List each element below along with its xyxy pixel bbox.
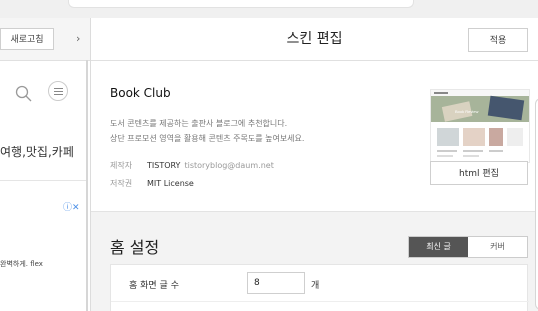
- browser-top-strip: [0, 0, 538, 18]
- thumb-hero-text: Book Review: [455, 109, 478, 114]
- tab-cover[interactable]: 커버: [468, 237, 527, 257]
- home-settings-title: 홈 설정: [110, 238, 160, 257]
- preview-categories: 여행,맛집,카페: [0, 145, 74, 159]
- skin-maker: 제작자 TISTORY tistoryblog@daum.net: [110, 160, 274, 171]
- skin-license: 저작권 MIT License: [110, 178, 194, 189]
- ad-info-icon[interactable]: ⓘ✕: [63, 200, 80, 213]
- skin-name: Book Club: [110, 86, 171, 100]
- post-count-label: 홈 화면 글 수: [129, 281, 179, 291]
- maker-value: TISTORY: [147, 161, 181, 170]
- skin-thumbnail-image: Book Review: [431, 90, 529, 162]
- chevron-right-icon[interactable]: ›: [76, 28, 80, 50]
- post-count-unit: 개: [311, 281, 320, 291]
- post-count-input[interactable]: [247, 272, 305, 294]
- maker-email: tistoryblog@daum.net: [184, 161, 274, 170]
- address-bar[interactable]: [68, 0, 414, 8]
- divider: [0, 180, 86, 181]
- preview-toolbar: 새로고침 ›: [0, 18, 90, 61]
- panel-divider[interactable]: [86, 60, 88, 311]
- html-edit-button[interactable]: html 편집: [430, 161, 528, 185]
- skin-thumbnail: Book Review: [430, 89, 530, 163]
- apply-button[interactable]: 적용: [468, 28, 528, 52]
- maker-key: 제작자: [110, 161, 133, 170]
- skin-info-card: Book Club 도서 콘텐츠를 제공하는 출판사 블로그에 추천합니다. 상…: [91, 61, 538, 212]
- refresh-button[interactable]: 새로고침: [0, 28, 54, 50]
- skin-description-line1: 도서 콘텐츠를 제공하는 출판사 블로그에 추천합니다.: [110, 119, 288, 128]
- search-icon[interactable]: [14, 84, 34, 104]
- divider: [111, 301, 529, 302]
- home-settings-card: 홈 화면 글 수 개: [110, 264, 529, 311]
- skin-description: 도서 콘텐츠를 제공하는 출판사 블로그에 추천합니다. 상단 프로모션 영역을…: [110, 116, 304, 146]
- skin-description-line2: 상단 프로모션 영역을 활용해 콘텐츠 주목도를 높여보세요.: [110, 134, 305, 143]
- license-key: 저작권: [110, 179, 133, 188]
- license-value: MIT License: [147, 179, 194, 188]
- home-type-tabs: 최신 글 커버: [408, 236, 528, 258]
- tab-latest-posts[interactable]: 최신 글: [409, 237, 468, 257]
- preview-snippet: 완벽하게. flex: [0, 260, 43, 268]
- menu-icon[interactable]: [48, 81, 68, 101]
- preview-panel: 새로고침 › 여행,맛집,카페 ⓘ✕ 완벽하게. flex: [0, 18, 91, 311]
- editor-header: 스킨 편집 적용: [91, 18, 538, 61]
- skin-editor-panel: 스킨 편집 적용 Book Club 도서 콘텐츠를 제공하는 출판사 블로그에…: [91, 18, 538, 311]
